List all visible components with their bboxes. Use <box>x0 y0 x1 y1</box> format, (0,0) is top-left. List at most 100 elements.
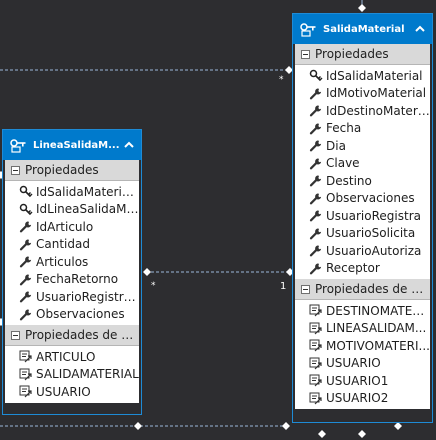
navigation-property-row[interactable]: MOTIVOMATERI... <box>295 337 430 355</box>
property-row[interactable]: UsuarioRegistra <box>295 207 430 225</box>
multiplicity-label-left: * <box>151 281 156 291</box>
property-row[interactable]: UsuarioRegistra... <box>5 288 139 306</box>
wrench-icon <box>309 139 323 152</box>
property-name: Observaciones <box>326 191 415 206</box>
connector-handle-linea-right[interactable] <box>143 268 151 276</box>
property-name: Clave <box>326 156 360 171</box>
navigation-property-row[interactable]: USUARIO1 <box>295 372 430 390</box>
navigation-property-icon <box>19 350 33 363</box>
properties-section-header[interactable]: Propiedades <box>5 160 139 181</box>
property-name: USUARIO1 <box>326 373 389 388</box>
entity-header[interactable]: LineaSalidaM... <box>3 130 141 160</box>
property-row[interactable]: Destino <box>295 172 430 190</box>
connector-handle-top-right[interactable] <box>358 4 366 12</box>
section-label: Propiedades de nav... <box>25 328 139 342</box>
property-row[interactable]: IdSalidaMaterialF <box>5 183 139 201</box>
properties-section-header[interactable]: Propiedades <box>295 44 430 65</box>
property-row[interactable]: IdLineaSalidaMa... <box>5 201 139 219</box>
navigation-property-row[interactable]: USUARIO <box>5 383 139 401</box>
navigation-property-icon <box>309 304 323 317</box>
property-name: Receptor <box>326 261 380 276</box>
navigation-properties-list: ARTICULO SALIDAMATERIAL USUARIO <box>5 346 139 403</box>
wrench-icon <box>19 273 33 286</box>
navigation-section-header[interactable]: Propiedades de nav... <box>295 279 430 300</box>
property-name: LINEASALIDAM... <box>326 321 427 336</box>
navigation-property-icon <box>309 357 323 370</box>
property-name: IdLineaSalidaMa... <box>36 202 139 217</box>
navigation-property-icon <box>309 392 323 405</box>
property-row[interactable]: Clave <box>295 155 430 173</box>
wrench-icon <box>309 87 323 100</box>
entity-icon <box>10 139 26 153</box>
wrench-icon <box>309 244 323 257</box>
property-name: IdMotivoMaterial <box>326 86 427 101</box>
property-name: IdDestinoMaterial <box>326 103 430 118</box>
property-row[interactable]: Observaciones <box>295 190 430 208</box>
property-row[interactable]: Cantidad <box>5 236 139 254</box>
navigation-property-icon <box>309 322 323 335</box>
property-name: MOTIVOMATERI... <box>326 338 430 353</box>
navigation-property-row[interactable]: USUARIO2 <box>295 390 430 408</box>
collapse-chevron-icon[interactable] <box>414 24 426 34</box>
entity-header[interactable]: SalidaMaterial <box>293 14 432 44</box>
wrench-icon <box>309 104 323 117</box>
property-name: Articulos <box>36 254 89 269</box>
key-icon <box>309 69 323 82</box>
property-row[interactable]: IdSalidaMaterial <box>295 67 430 85</box>
property-name: USUARIO2 <box>326 391 389 406</box>
property-row[interactable]: Articulos <box>5 253 139 271</box>
collapse-minus-icon[interactable] <box>301 284 310 294</box>
entity-linea-salida-material[interactable]: LineaSalidaM... Propiedades IdSalidaMate… <box>2 129 142 415</box>
entity-body: Propiedades IdSalidaMaterialF IdLineaSali… <box>5 160 139 403</box>
entity-salida-material[interactable]: SalidaMaterial Propiedades IdSalidaMater… <box>292 13 433 423</box>
navigation-property-row[interactable]: USUARIO <box>295 355 430 373</box>
navigation-property-row[interactable]: SALIDAMATERIAL <box>5 366 139 384</box>
section-label: Propiedades de nav... <box>315 282 430 296</box>
key-icon <box>19 185 33 198</box>
navigation-property-row[interactable]: ARTICULO <box>5 348 139 366</box>
connector-handle-bottom-left[interactable] <box>134 422 142 430</box>
multiplicity-label-top: * <box>279 75 284 85</box>
properties-list: IdSalidaMaterial IdMotivoMaterial IdDestin… <box>295 65 430 279</box>
navigation-property-icon <box>309 339 323 352</box>
section-label: Propiedades <box>25 163 99 177</box>
navigation-property-row[interactable]: LINEASALIDAM... <box>295 320 430 338</box>
navigation-property-icon <box>19 368 33 381</box>
property-row[interactable]: Observaciones <box>5 306 139 324</box>
property-name: UsuarioRegistra... <box>36 289 139 304</box>
property-row[interactable]: Dia <box>295 137 430 155</box>
connector-handle-bottom-mid[interactable] <box>318 430 326 438</box>
wrench-icon <box>309 122 323 135</box>
navigation-property-icon <box>309 374 323 387</box>
property-row[interactable]: Receptor <box>295 260 430 278</box>
property-name: UsuarioAutoriza <box>326 243 422 258</box>
collapse-chevron-icon[interactable] <box>123 140 135 150</box>
wrench-icon <box>19 220 33 233</box>
wrench-icon <box>309 227 323 240</box>
property-name: SALIDAMATERIAL <box>36 367 139 382</box>
connector-handle-bottom-far-right[interactable] <box>394 422 402 430</box>
property-row[interactable]: IdDestinoMaterial <box>295 102 430 120</box>
navigation-property-row[interactable]: DESTINOMATER... <box>295 302 430 320</box>
property-name: Observaciones <box>36 307 125 322</box>
collapse-minus-icon[interactable] <box>11 165 20 175</box>
collapse-minus-icon[interactable] <box>11 330 20 340</box>
property-name: Destino <box>326 173 372 188</box>
property-row[interactable]: FechaRetorno <box>5 271 139 289</box>
property-row[interactable]: IdMotivoMaterial <box>295 85 430 103</box>
collapse-minus-icon[interactable] <box>301 49 310 59</box>
property-row[interactable]: UsuarioSolicita <box>295 225 430 243</box>
connector-handle-bottom-right[interactable] <box>358 430 366 438</box>
wrench-icon <box>19 238 33 251</box>
navigation-section-header[interactable]: Propiedades de nav... <box>5 325 139 346</box>
multiplicity-label-right: 1 <box>280 281 287 292</box>
navigation-property-icon <box>19 385 33 398</box>
wrench-icon <box>309 262 323 275</box>
connector-handle-bottom-entity[interactable] <box>282 422 290 430</box>
wrench-icon <box>19 290 33 303</box>
property-row[interactable]: UsuarioAutoriza <box>295 242 430 260</box>
property-row[interactable]: Fecha <box>295 120 430 138</box>
property-name: Dia <box>326 138 346 153</box>
wrench-icon <box>19 308 33 321</box>
property-row[interactable]: IdArticulo <box>5 218 139 236</box>
